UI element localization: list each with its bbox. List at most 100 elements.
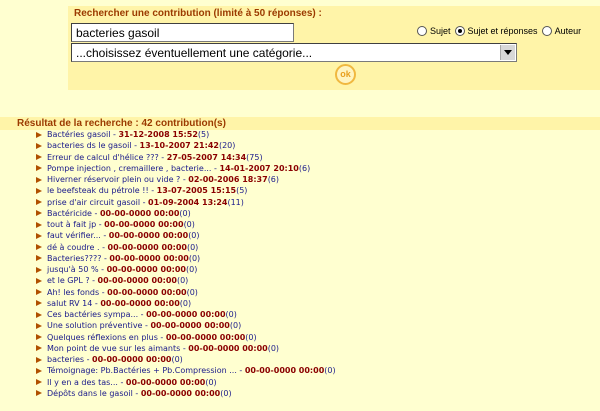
- result-title-link[interactable]: et le GPL ?: [47, 275, 90, 286]
- result-date: 00-00-0000 00:00: [108, 231, 189, 241]
- radio-sujet[interactable]: Sujet: [417, 26, 451, 36]
- result-separator: -: [132, 388, 141, 398]
- result-title-link[interactable]: Erreur de calcul d'hélice ???: [47, 152, 159, 163]
- arrow-bullet-icon: [36, 154, 42, 161]
- result-reply-count: (20): [218, 141, 236, 151]
- result-title-link[interactable]: Il y en a des tas...: [47, 377, 118, 388]
- result-date: 00-00-0000 00:00: [125, 377, 206, 387]
- radio-sujet-et-reponses-label: Sujet et réponses: [467, 26, 538, 36]
- result-date: 00-00-0000 00:00: [97, 276, 177, 286]
- arrow-bullet-icon: [36, 277, 42, 284]
- result-reply-count: (0): [188, 253, 201, 263]
- radio-sujet-circle[interactable]: [417, 26, 427, 36]
- result-title-link[interactable]: Ah! les fonds: [47, 287, 99, 298]
- radio-sujet-et-reponses[interactable]: Sujet et réponses: [454, 26, 538, 36]
- result-title-link[interactable]: le beefsteak du pétrole !!: [47, 185, 149, 196]
- arrow-bullet-icon: [36, 345, 42, 352]
- ok-button[interactable]: ok: [335, 64, 356, 85]
- results-list: Bactéries gasoil - 31-12-2008 15:52 (5) ba…: [36, 129, 336, 399]
- result-title-link[interactable]: Bactéries gasoil: [47, 129, 110, 140]
- list-item: Témoignage: Pb.Bactéries + Pb.Compressio…: [36, 365, 336, 376]
- result-title-link[interactable]: prise d'air circuit gasoil: [47, 197, 140, 208]
- result-title-link[interactable]: Témoignage: Pb.Bactéries + Pb.Compressio…: [47, 365, 237, 376]
- result-date: 14-01-2007 20:10: [219, 163, 299, 173]
- list-item: Erreur de calcul d'hélice ??? - 27-05-20…: [36, 152, 336, 163]
- result-reply-count: (0): [186, 287, 198, 297]
- search-panel: Rechercher une contribution (limité à 50…: [68, 6, 600, 90]
- arrow-bullet-icon: [36, 255, 42, 262]
- result-date: 00-00-0000 00:00: [92, 355, 172, 364]
- arrow-bullet-icon: [36, 187, 42, 194]
- list-item: bacteries - 00-00-0000 00:00 (0): [36, 354, 336, 365]
- radio-auteur-circle[interactable]: [541, 26, 552, 36]
- arrow-bullet-icon: [36, 131, 42, 138]
- arrow-bullet-icon: [36, 176, 42, 183]
- result-title-link[interactable]: Bactéricide: [47, 208, 92, 219]
- arrow-bullet-icon: [36, 221, 42, 228]
- result-separator: -: [110, 130, 119, 139]
- result-separator: -: [101, 253, 110, 263]
- arrow-bullet-icon: [36, 322, 42, 329]
- arrow-bullet-icon: [36, 165, 42, 172]
- result-reply-count: (11): [227, 197, 244, 207]
- result-title-link[interactable]: Dépôts dans le gasoil: [47, 388, 133, 399]
- list-item: faut vérifier... - 00-00-0000 00:00 (0): [36, 230, 336, 241]
- result-title-link[interactable]: jusqu'à 50 %: [47, 264, 99, 275]
- result-date: 00-00-0000 00:00: [244, 366, 325, 376]
- result-separator: -: [99, 242, 108, 252]
- result-separator: -: [91, 208, 100, 218]
- result-title-link[interactable]: Quelques réflexions en plus: [47, 332, 158, 343]
- result-title-link[interactable]: Hiverner réservoir plein ou vide ?: [47, 174, 180, 185]
- result-date: 00-00-0000 00:00: [150, 321, 230, 331]
- result-reply-count: (6): [267, 175, 280, 184]
- search-title: Rechercher une contribution (limité à 50…: [74, 8, 322, 19]
- arrow-bullet-icon: [36, 232, 42, 239]
- result-title-link[interactable]: Ces bactéries sympa...: [47, 309, 138, 320]
- result-title-link[interactable]: Une solution préventive: [47, 320, 142, 331]
- list-item: Ces bactéries sympa... - 00-00-0000 00:0…: [36, 309, 336, 320]
- result-separator: -: [211, 163, 220, 173]
- result-date: 00-00-0000 00:00: [165, 332, 246, 342]
- result-separator: -: [117, 377, 126, 387]
- result-separator: -: [92, 298, 101, 308]
- result-separator: -: [84, 355, 93, 364]
- result-title-link[interactable]: bacteries ds le gasoil: [47, 140, 132, 151]
- result-reply-count: (0): [176, 276, 189, 286]
- arrow-bullet-icon: [36, 390, 42, 397]
- radio-auteur[interactable]: Auteur: [541, 26, 581, 36]
- search-input[interactable]: bacteries gasoil: [71, 23, 294, 42]
- chevron-down-icon[interactable]: [500, 45, 515, 60]
- list-item: bacteries ds le gasoil - 13-10-2007 21:4…: [36, 140, 336, 151]
- result-separator: -: [98, 265, 107, 274]
- result-date: 00-00-0000 00:00: [107, 287, 187, 297]
- radio-sujet-et-reponses-circle[interactable]: [454, 26, 465, 36]
- result-reply-count: (5): [197, 130, 210, 139]
- arrow-bullet-icon: [36, 210, 42, 217]
- result-date: 13-07-2005 15:15: [156, 186, 237, 196]
- category-select[interactable]: ...choisissez éventuellement une catégor…: [71, 43, 517, 62]
- result-title-link[interactable]: faut vérifier...: [47, 230, 101, 241]
- list-item: tout à fait jp - 00-00-0000 00:00 (0): [36, 219, 336, 230]
- result-date: 27-05-2007 14:34: [166, 152, 247, 162]
- result-title-link[interactable]: bacteries: [47, 354, 84, 365]
- list-item: jusqu'à 50 % - 00-00-0000 00:00 (0): [36, 264, 336, 275]
- result-title-link[interactable]: dé à coudre .: [47, 242, 100, 253]
- result-title-link[interactable]: Bacteries????: [47, 253, 101, 264]
- result-title-link[interactable]: salut RV 14: [47, 298, 92, 309]
- result-separator: -: [89, 276, 98, 286]
- result-title-link[interactable]: Mon point de vue sur les aimants: [47, 343, 180, 354]
- result-reply-count: (0): [183, 220, 195, 229]
- result-date: 00-00-0000 00:00: [106, 265, 186, 274]
- result-reply-count: (0): [205, 377, 217, 387]
- result-reply-count: (0): [229, 321, 242, 331]
- result-reply-count: (5): [236, 186, 248, 196]
- list-item: Il y en a des tas... - 00-00-0000 00:00(…: [36, 377, 336, 388]
- result-separator: -: [138, 310, 147, 319]
- result-title-link[interactable]: Pompe injection , cremaillere , bacterie…: [47, 163, 211, 174]
- result-separator: -: [158, 152, 167, 162]
- result-separator: -: [99, 287, 108, 297]
- result-title-link[interactable]: tout à fait jp: [47, 219, 96, 230]
- result-reply-count: (0): [220, 388, 232, 398]
- arrow-bullet-icon: [36, 334, 42, 341]
- list-item: salut RV 14 - 00-00-0000 00:00 (0): [36, 298, 336, 309]
